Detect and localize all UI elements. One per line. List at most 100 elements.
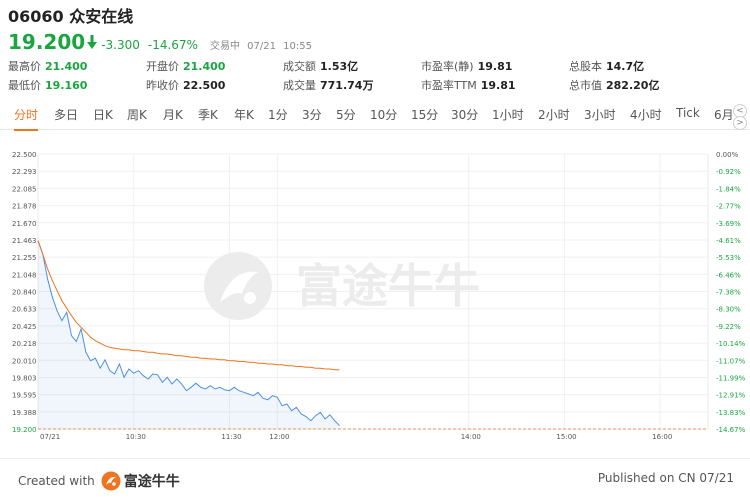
stat-label: 开盘价	[146, 60, 179, 73]
tab-15min[interactable]: 15分	[411, 106, 438, 123]
stat-value: 771.74万	[320, 79, 374, 92]
stat-value: 19.160	[45, 79, 88, 92]
stat-label: 市盈率TTM	[421, 79, 477, 92]
pct-tick-label: -0.92%	[716, 168, 741, 176]
futu-brand-icon	[101, 471, 121, 491]
pct-tick-label: -8.30%	[716, 306, 741, 314]
stat-high: 最高价 21.400	[8, 58, 87, 74]
y-tick-label: 21.255	[12, 254, 37, 262]
pct-tick-label: -6.46%	[716, 271, 741, 279]
y-tick-label: 21.670	[12, 220, 37, 228]
tab-2hour[interactable]: 2小时	[538, 106, 570, 123]
tab-3hour[interactable]: 3小时	[584, 106, 616, 123]
stat-volume: 成交量 771.74万	[283, 77, 373, 93]
pct-tick-label: -14.67%	[716, 426, 746, 434]
intraday-chart-svg: 富途牛牛 22.500 0.00% 22.293 -0.92% 22.085 -1.84%…	[12, 151, 746, 441]
pct-tick-label: -12.91%	[716, 392, 746, 400]
stock-code: 06060	[8, 7, 64, 26]
stat-value: 22.500	[183, 79, 226, 92]
down-arrow-icon	[87, 35, 98, 49]
tab-weekly-k[interactable]: 周K	[127, 106, 147, 123]
y-tick-label: 19.803	[12, 374, 37, 382]
stat-pe-static: 市盈率(静) 19.81	[421, 58, 512, 74]
y-tick-label: 20.010	[12, 357, 37, 365]
pct-tick-label: -2.77%	[716, 203, 741, 211]
tab-1min[interactable]: 1分	[268, 106, 288, 123]
published-info: Published on CN 07/21	[597, 471, 734, 485]
tab-tick[interactable]: Tick	[676, 106, 700, 120]
stat-value: 21.400	[45, 60, 88, 73]
tab-10min[interactable]: 10分	[370, 106, 397, 123]
tab-quarterly-k[interactable]: 季K	[198, 106, 218, 123]
tab-scroll-right-button[interactable]: >	[733, 116, 747, 130]
stat-label: 市盈率(静)	[421, 60, 474, 73]
stat-open: 开盘价 21.400	[146, 58, 225, 74]
quote-date: 07/21	[247, 41, 276, 52]
stat-value: 282.20亿	[606, 79, 660, 92]
stat-market-cap: 总市值 282.20亿	[569, 77, 659, 93]
y-tick-label: 19.595	[12, 392, 37, 400]
y-tick-label: 20.425	[12, 323, 37, 331]
x-tick-label: 12:00	[269, 433, 289, 441]
stat-low: 最低价 19.160	[8, 77, 87, 93]
tab-3min[interactable]: 3分	[302, 106, 322, 123]
pct-tick-label: -10.14%	[716, 340, 746, 348]
stock-title: 06060 众安在线	[8, 6, 742, 28]
stock-name: 众安在线	[69, 7, 134, 26]
brand-name: 富途牛牛	[123, 474, 180, 490]
created-with: Created with 富途牛牛	[18, 471, 180, 491]
x-tick-label: 15:00	[556, 433, 576, 441]
watermark: 富途牛牛	[204, 252, 480, 320]
stat-value: 21.400	[183, 60, 226, 73]
period-tabs: 分时 多日 日K 周K 月K 季K 年K 1分 3分 5分 10分 15分 30…	[0, 100, 750, 131]
stat-prev-close: 昨收价 22.500	[146, 77, 225, 93]
x-tick-label: 16:00	[652, 433, 672, 441]
stat-label: 总股本	[569, 60, 602, 73]
stat-value: 19.81	[480, 79, 516, 92]
y-tick-label: 22.085	[12, 185, 37, 193]
y-tick-label: 20.633	[12, 306, 37, 314]
tab-multi-day[interactable]: 多日	[54, 106, 78, 123]
watermark-text: 富途牛牛	[296, 259, 480, 313]
y-tick-label: 21.878	[12, 203, 37, 211]
tab-monthly-k[interactable]: 月K	[163, 106, 183, 123]
stat-label: 最低价	[8, 79, 41, 92]
y-tick-label: 22.293	[12, 168, 37, 176]
stat-total-shares: 总股本 14.7亿	[569, 58, 644, 74]
x-tick-label: 11:30	[221, 433, 241, 441]
stat-label: 昨收价	[146, 79, 179, 92]
tab-30min[interactable]: 30分	[451, 106, 478, 123]
pct-tick-label: -1.84%	[716, 185, 741, 193]
pct-tick-label: -11.99%	[716, 374, 746, 382]
pct-tick-label: -7.38%	[716, 289, 741, 297]
last-price: 19.200	[8, 30, 86, 54]
trading-status: 交易中 07/21 10:55	[210, 37, 316, 52]
stat-pe-ttm: 市盈率TTM 19.81	[421, 77, 516, 93]
pct-tick-label: -3.69%	[716, 220, 741, 228]
price-change-pct: -14.67%	[147, 38, 198, 52]
y-tick-label: 21.463	[12, 237, 37, 245]
x-tick-label: 10:30	[126, 433, 146, 441]
price-change: -3.300	[101, 38, 140, 52]
tab-5min[interactable]: 5分	[336, 106, 356, 123]
price-row: 19.200 -3.300 -14.67% 交易中 07/21 10:55	[8, 30, 742, 54]
stat-turnover: 成交额 1.53亿	[283, 58, 358, 74]
stat-value: 1.53亿	[320, 60, 359, 73]
y-tick-label: 19.388	[12, 409, 37, 417]
pct-tick-label: -11.07%	[716, 357, 746, 365]
intraday-chart: 富途牛牛 22.500 0.00% 22.293 -0.92% 22.085 -1.84%…	[0, 144, 750, 456]
y-tick-label: 19.200	[12, 426, 37, 434]
created-prefix: Created with	[18, 474, 95, 488]
tab-daily-k[interactable]: 日K	[93, 106, 113, 123]
y-tick-label: 20.218	[12, 340, 37, 348]
tab-intraday[interactable]: 分时	[14, 106, 39, 131]
pct-tick-label: -9.22%	[716, 323, 741, 331]
tab-yearly-k[interactable]: 年K	[234, 106, 254, 123]
tab-4hour[interactable]: 4小时	[630, 106, 662, 123]
price-area	[38, 240, 340, 429]
tab-1hour[interactable]: 1小时	[492, 106, 524, 123]
stat-value: 19.81	[477, 60, 513, 73]
stat-label: 成交量	[283, 79, 316, 92]
y-tick-label: 21.048	[12, 271, 37, 279]
stat-label: 成交额	[283, 60, 316, 73]
